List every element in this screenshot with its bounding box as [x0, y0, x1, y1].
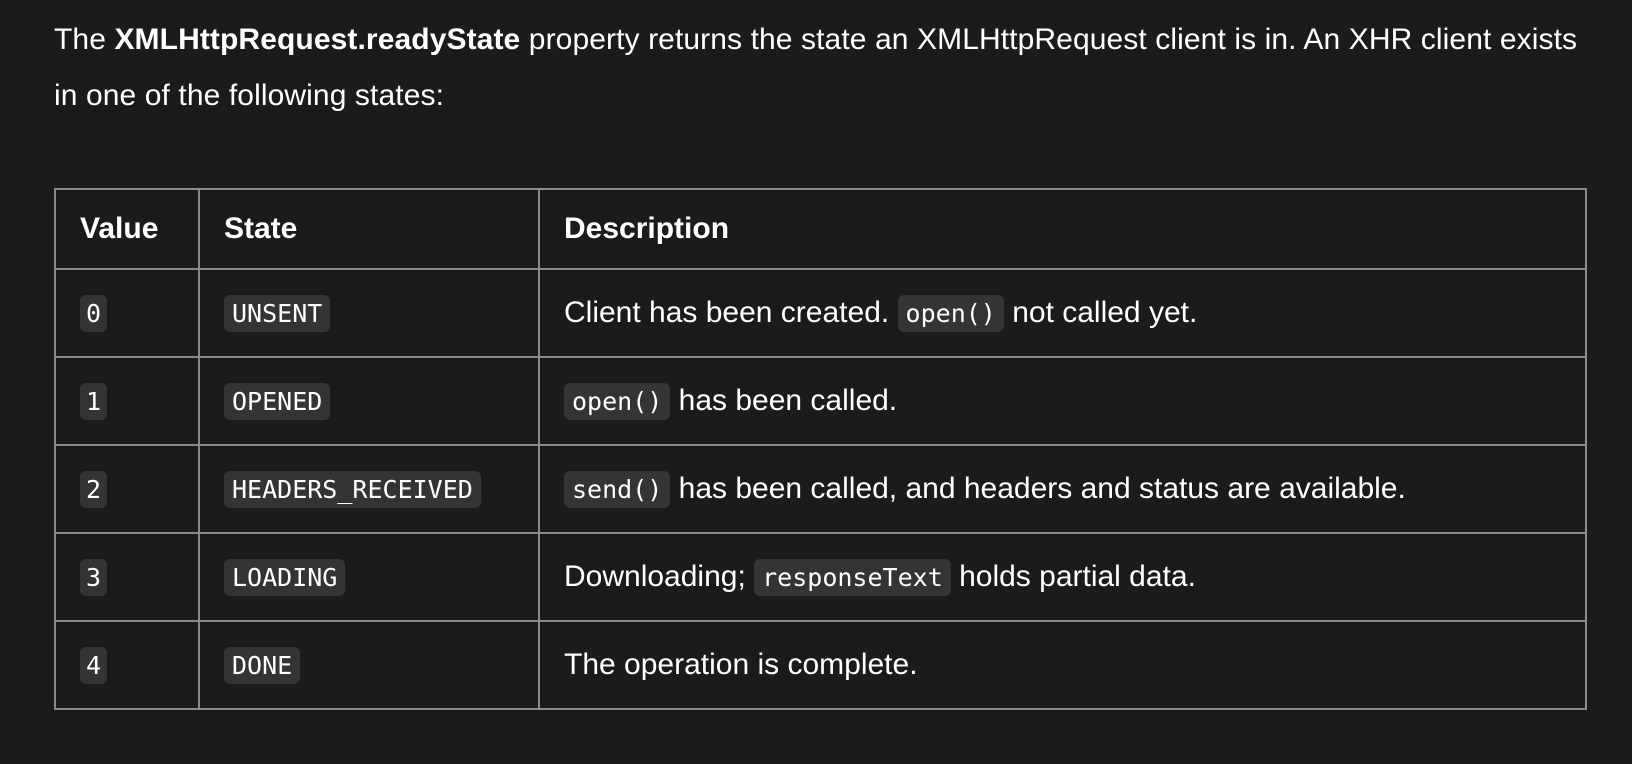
- value-cell: 1: [54, 356, 200, 446]
- state-cell: DONE: [198, 620, 540, 710]
- header-description: Description: [538, 188, 1587, 270]
- value-cell: 2: [54, 444, 200, 534]
- description-cell: send() has been called, and headers and …: [538, 444, 1587, 534]
- value-code: 2: [80, 471, 108, 508]
- header-value: Value: [54, 188, 200, 270]
- article-content: The XMLHttpRequest.readyState property r…: [54, 12, 1587, 710]
- description-cell: The operation is complete.: [538, 620, 1587, 710]
- description-text: not called yet.: [1003, 296, 1198, 329]
- description-text: has been called.: [670, 384, 898, 417]
- table-row: 0 UNSENT Client has been created. open()…: [54, 268, 1587, 358]
- table-header-row: Value State Description: [54, 188, 1587, 270]
- state-code: DONE: [224, 647, 301, 684]
- intro-prefix: The: [54, 23, 115, 56]
- description-cell: open() has been called.: [538, 356, 1587, 446]
- state-code: OPENED: [224, 383, 331, 420]
- description-code: open(): [897, 295, 1004, 332]
- description-text: has been called, and headers and status …: [670, 472, 1406, 505]
- state-cell: HEADERS_RECEIVED: [198, 444, 540, 534]
- value-cell: 4: [54, 620, 200, 710]
- state-code: UNSENT: [224, 295, 331, 332]
- ready-state-table: Value State Description 0 UNSENT Client …: [54, 188, 1587, 710]
- header-state: State: [198, 188, 540, 270]
- value-code: 3: [80, 559, 108, 596]
- value-code: 1: [80, 383, 108, 420]
- table-row: 3 LOADING Downloading; responseText hold…: [54, 532, 1587, 622]
- value-code: 4: [80, 647, 108, 684]
- value-code: 0: [80, 295, 108, 332]
- description-text: Downloading;: [564, 560, 755, 593]
- state-cell: UNSENT: [198, 268, 540, 358]
- value-cell: 0: [54, 268, 200, 358]
- description-text: Client has been created.: [564, 296, 898, 329]
- table-row: 1 OPENED open() has been called.: [54, 356, 1587, 446]
- state-code: LOADING: [224, 559, 346, 596]
- description-code: send(): [564, 471, 671, 508]
- intro-paragraph: The XMLHttpRequest.readyState property r…: [54, 12, 1584, 124]
- value-cell: 3: [54, 532, 200, 622]
- intro-property-name: XMLHttpRequest.readyState: [114, 23, 521, 56]
- table-row: 4 DONE The operation is complete.: [54, 620, 1587, 710]
- description-text: holds partial data.: [950, 560, 1196, 593]
- description-cell: Downloading; responseText holds partial …: [538, 532, 1587, 622]
- description-code: open(): [564, 383, 671, 420]
- state-cell: LOADING: [198, 532, 540, 622]
- description-code: responseText: [754, 559, 951, 596]
- description-cell: Client has been created. open() not call…: [538, 268, 1587, 358]
- description-text: The operation is complete.: [564, 648, 918, 681]
- table-row: 2 HEADERS_RECEIVED send() has been calle…: [54, 444, 1587, 534]
- state-code: HEADERS_RECEIVED: [224, 471, 481, 508]
- state-cell: OPENED: [198, 356, 540, 446]
